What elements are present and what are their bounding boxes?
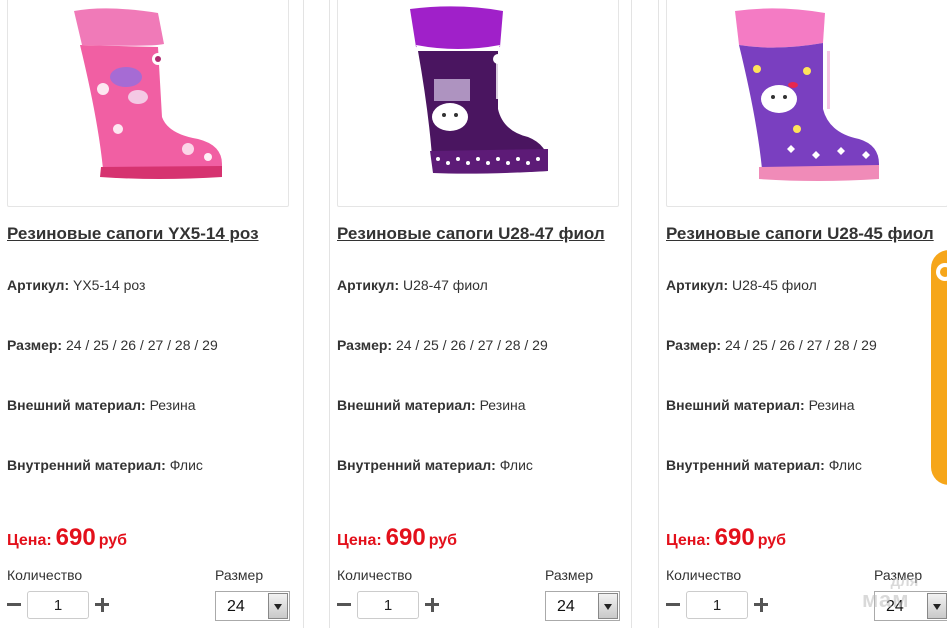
size-select[interactable]: 24 (215, 591, 290, 621)
quantity-label: Количество (7, 567, 83, 583)
inner-material-value: Флис (499, 457, 533, 473)
article-row: Артикул: U28-45 фиол (666, 277, 817, 293)
outer-material-label: Внешний материал: (666, 397, 805, 413)
product-image-link[interactable] (7, 0, 289, 207)
sizes-label: Размер: (666, 337, 722, 353)
sizes-label: Размер: (7, 337, 63, 353)
chevron-down-icon[interactable] (598, 593, 618, 619)
quantity-label: Количество (666, 567, 742, 583)
quantity-input[interactable] (27, 591, 89, 619)
product-card: Резиновые сапоги U28-47 фиол Артикул: U2… (329, 0, 632, 628)
quantity-decrease-button[interactable] (6, 594, 22, 614)
sizes-label: Размер: (337, 337, 393, 353)
price-currency: руб (757, 532, 787, 549)
quantity-decrease-button[interactable] (665, 594, 681, 614)
quantity-label: Количество (337, 567, 413, 583)
sizes-value: 24 / 25 / 26 / 27 / 28 / 29 (724, 337, 877, 353)
size-select-value: 24 (557, 598, 575, 615)
chevron-down-icon[interactable] (927, 593, 947, 619)
dark-purple-rain-boot-image (410, 6, 548, 174)
outer-material-value: Резина (149, 397, 196, 413)
product-title-link[interactable]: Резиновые сапоги U28-45 фиол (666, 224, 934, 244)
product-card: Резиновые сапоги U28-45 фиол Артикул: U2… (658, 0, 947, 628)
article-row: Артикул: U28-47 фиол (337, 277, 488, 293)
product-image-link[interactable] (337, 0, 619, 207)
chevron-down-icon[interactable] (268, 593, 288, 619)
size-select-value: 24 (227, 598, 245, 615)
price-label: Цена: (7, 532, 52, 549)
price-currency: руб (428, 532, 458, 549)
size-select-label: Размер (215, 567, 264, 583)
inner-material-label: Внутренний материал: (337, 457, 496, 473)
price-value: 690 (55, 524, 96, 551)
inner-material-label: Внутренний материал: (666, 457, 825, 473)
sizes-row: Размер: 24 / 25 / 26 / 27 / 28 / 29 (7, 337, 218, 353)
inner-material-row: Внутренний материал: Флис (666, 457, 862, 473)
price: Цена: 690 руб (7, 524, 127, 552)
product-card: Резиновые сапоги YX5-14 роз Артикул: YX5… (0, 0, 304, 628)
inner-material-value: Флис (169, 457, 203, 473)
outer-material-label: Внешний материал: (337, 397, 476, 413)
inner-material-row: Внутренний материал: Флис (337, 457, 533, 473)
outer-material-value: Резина (808, 397, 855, 413)
article-label: Артикул: (337, 277, 400, 293)
price-label: Цена: (666, 532, 711, 549)
article-label: Артикул: (666, 277, 729, 293)
violet-rain-boot-image (735, 8, 879, 181)
sizes-value: 24 / 25 / 26 / 27 / 28 / 29 (65, 337, 218, 353)
product-image-link[interactable] (666, 0, 947, 207)
outer-material-row: Внешний материал: Резина (337, 397, 526, 413)
outer-material-row: Внешний материал: Резина (7, 397, 196, 413)
sizes-value: 24 / 25 / 26 / 27 / 28 / 29 (395, 337, 548, 353)
quantity-increase-button[interactable] (424, 594, 440, 614)
size-select-label: Размер (545, 567, 594, 583)
quantity-input[interactable] (357, 591, 419, 619)
outer-material-label: Внешний материал: (7, 397, 146, 413)
quantity-input[interactable] (686, 591, 748, 619)
inner-material-value: Флис (828, 457, 862, 473)
article-value: U28-45 фиол (732, 277, 817, 293)
size-select-label: Размер (874, 567, 923, 583)
article-row: Артикул: YX5-14 роз (7, 277, 145, 293)
quantity-increase-button[interactable] (753, 594, 769, 614)
quantity-decrease-button[interactable] (336, 594, 352, 614)
inner-material-label: Внутренний материал: (7, 457, 166, 473)
inner-material-row: Внутренний материал: Флис (7, 457, 203, 473)
outer-material-value: Резина (479, 397, 526, 413)
price: Цена: 690 руб (337, 524, 457, 552)
price-currency: руб (98, 532, 128, 549)
price-value: 690 (385, 524, 426, 551)
size-select-value: 24 (886, 598, 904, 615)
sizes-row: Размер: 24 / 25 / 26 / 27 / 28 / 29 (337, 337, 548, 353)
article-label: Артикул: (7, 277, 70, 293)
quantity-increase-button[interactable] (94, 594, 110, 614)
pink-rain-boot-image (74, 8, 222, 179)
sizes-row: Размер: 24 / 25 / 26 / 27 / 28 / 29 (666, 337, 877, 353)
price-value: 690 (714, 524, 755, 551)
product-title-link[interactable]: Резиновые сапоги YX5-14 роз (7, 224, 259, 244)
product-title-link[interactable]: Резиновые сапоги U28-47 фиол (337, 224, 605, 244)
ring-icon (936, 263, 947, 281)
size-select[interactable]: 24 (545, 591, 620, 621)
price: Цена: 690 руб (666, 524, 786, 552)
side-widget-tab[interactable] (931, 250, 947, 485)
price-label: Цена: (337, 532, 382, 549)
article-value: YX5-14 роз (73, 277, 146, 293)
outer-material-row: Внешний материал: Резина (666, 397, 855, 413)
article-value: U28-47 фиол (403, 277, 488, 293)
size-select[interactable]: 24 (874, 591, 947, 621)
